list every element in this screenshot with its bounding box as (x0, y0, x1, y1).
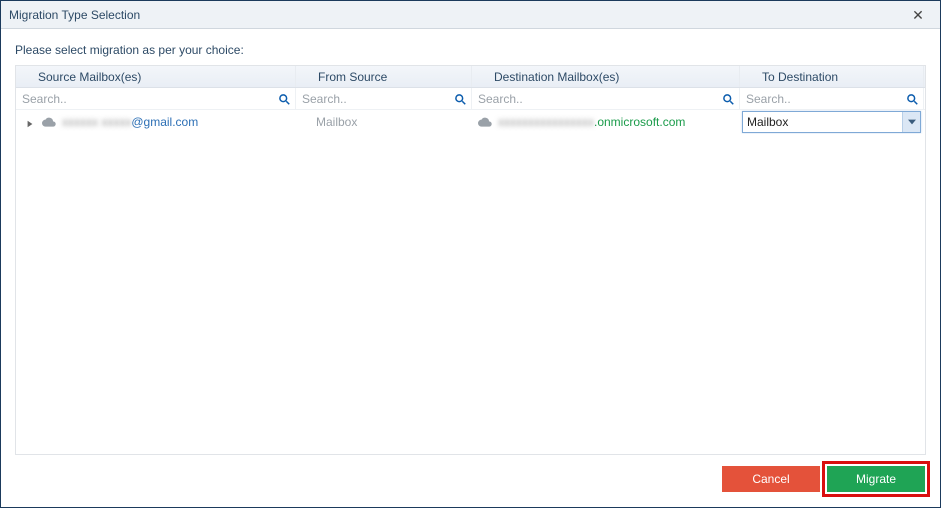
migration-grid: Source Mailbox(es) From Source Destinati… (15, 65, 926, 455)
migrate-button[interactable]: Migrate (827, 466, 925, 492)
search-icon[interactable] (721, 92, 735, 106)
expand-caret-icon[interactable] (26, 117, 36, 127)
combo-selected-value: Mailbox (743, 115, 902, 129)
search-icon[interactable] (453, 92, 467, 106)
prompt-text: Please select migration as per your choi… (1, 29, 940, 65)
column-header-row: Source Mailbox(es) From Source Destinati… (16, 66, 925, 88)
source-domain: @gmail.com (131, 115, 198, 129)
cloud-icon (478, 115, 492, 129)
titlebar: Migration Type Selection ✕ (1, 1, 940, 29)
search-to-destination[interactable] (744, 92, 905, 106)
search-icon[interactable] (277, 92, 291, 106)
header-destination-mailbox[interactable]: Destination Mailbox(es) (472, 66, 740, 87)
destination-domain: .onmicrosoft.com (594, 115, 685, 129)
search-source-mailbox[interactable] (20, 92, 277, 106)
destination-user-obscured: xxxxxxxxxxxxxxxx (498, 115, 594, 129)
header-from-source[interactable]: From Source (296, 66, 472, 87)
search-from-source[interactable] (300, 92, 453, 106)
table-row[interactable]: xxxxxx xxxxx @gmail.com Mailbox xxxxxxxx… (16, 110, 925, 134)
header-to-destination[interactable]: To Destination (740, 66, 924, 87)
search-icon[interactable] (905, 92, 919, 106)
cancel-button[interactable]: Cancel (722, 466, 820, 492)
chevron-down-icon[interactable] (902, 112, 920, 132)
footer-buttons: Cancel Migrate (722, 461, 930, 497)
search-destination-mailbox[interactable] (476, 92, 721, 106)
window-title: Migration Type Selection (9, 8, 140, 22)
search-row (16, 88, 925, 110)
header-source-mailbox[interactable]: Source Mailbox(es) (16, 66, 296, 87)
from-source-value: Mailbox (302, 115, 357, 129)
source-user-obscured: xxxxxx xxxxx (62, 115, 131, 129)
cloud-icon (42, 115, 56, 129)
migrate-highlight-frame: Migrate (822, 461, 930, 497)
close-button[interactable]: ✕ (904, 1, 932, 29)
to-destination-combobox[interactable]: Mailbox Mailbox Archive Mailbox Public F… (742, 111, 921, 133)
